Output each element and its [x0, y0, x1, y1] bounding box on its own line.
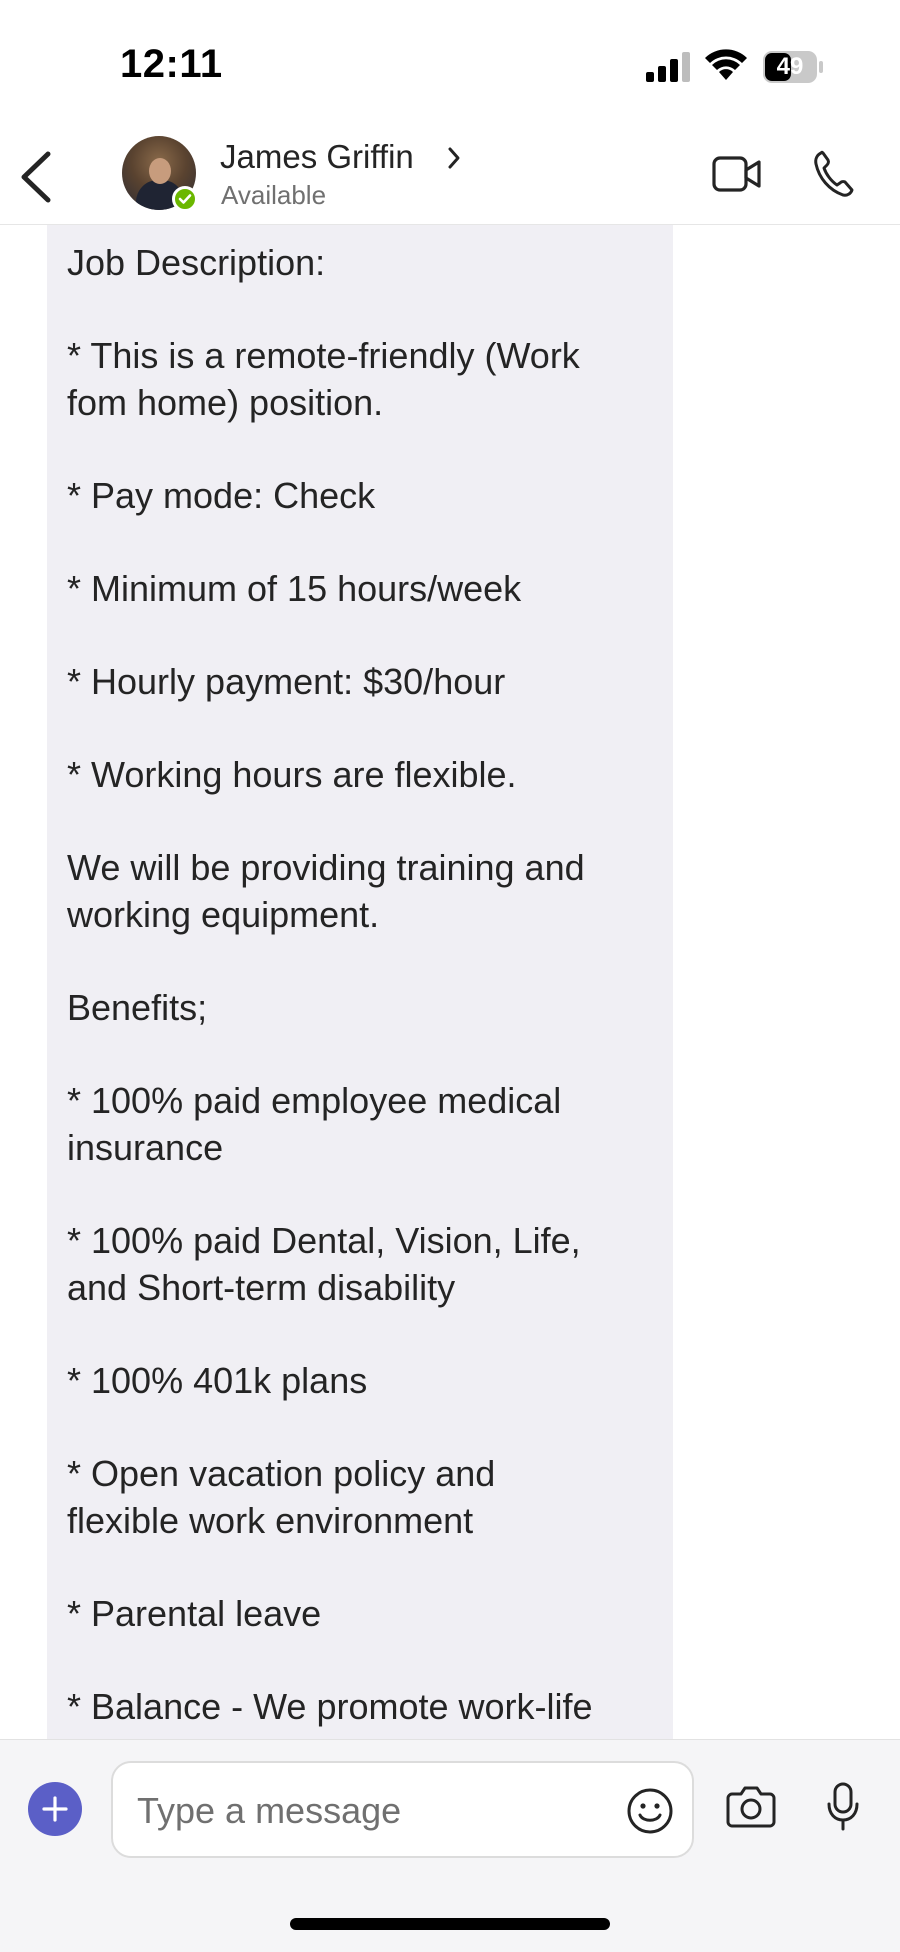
- message-list[interactable]: Job Description: * This is a remote-frie…: [0, 225, 900, 1739]
- emoji-button[interactable]: [626, 1787, 674, 1835]
- contact-status: Available: [221, 180, 327, 210]
- message-line: * Open vacation policy and: [67, 1453, 496, 1494]
- camera-button[interactable]: [726, 1784, 776, 1828]
- message-line: We will be providing training and: [67, 847, 585, 888]
- message-line: * Parental leave: [67, 1593, 322, 1634]
- audio-call-button[interactable]: [812, 150, 854, 198]
- presence-available-icon: [172, 186, 198, 212]
- message-line: * Balance - We promote work-life: [67, 1686, 593, 1727]
- message-line: * Pay mode: Check: [67, 475, 376, 516]
- microphone-button[interactable]: [826, 1782, 860, 1832]
- message-line: * 100% 401k plans: [67, 1360, 368, 1401]
- chat-header: James Griffin Available: [0, 130, 900, 225]
- chevron-left-icon: [21, 151, 51, 203]
- message-line: * This is a remote-friendly (Work: [67, 335, 580, 376]
- message-line: and work-laugh balance: [67, 1730, 653, 1739]
- chevron-right-icon[interactable]: [446, 146, 462, 170]
- message-line: * 100% paid employee medical: [67, 1080, 562, 1121]
- message-line: insurance: [67, 1127, 224, 1168]
- plus-icon: [42, 1796, 68, 1822]
- message-input-box[interactable]: [111, 1761, 694, 1858]
- message-line: Job Description:: [67, 242, 326, 283]
- home-indicator[interactable]: [290, 1918, 610, 1930]
- back-button[interactable]: [14, 150, 60, 204]
- message-line: flexible work environment: [67, 1500, 474, 1541]
- message-bubble[interactable]: Job Description: * This is a remote-frie…: [47, 225, 673, 1739]
- status-time: 12:11: [120, 42, 223, 86]
- add-attachment-button[interactable]: [28, 1782, 82, 1836]
- message-line: * Minimum of 15 hours/week: [67, 568, 522, 609]
- message-line: * Working hours are flexible.: [67, 754, 517, 795]
- battery-level: 49: [776, 53, 804, 80]
- wifi-icon: [705, 49, 747, 80]
- message-line: Benefits;: [67, 987, 208, 1028]
- avatar-face: [149, 158, 171, 184]
- message-line: and Short-term disability: [67, 1267, 456, 1308]
- message-line: working equipment.: [67, 894, 380, 935]
- message-line: fom home) position.: [67, 382, 384, 423]
- video-call-button[interactable]: [712, 154, 762, 194]
- cellular-signal-icon: [646, 52, 690, 82]
- message-line: * 100% paid Dental, Vision, Life,: [67, 1220, 581, 1261]
- message-line: * Hourly payment: $30/hour: [67, 661, 506, 702]
- contact-name[interactable]: James Griffin: [220, 138, 414, 176]
- battery-indicator: 49: [762, 50, 824, 84]
- status-bar: 12:11 49: [0, 0, 900, 130]
- message-input[interactable]: [135, 1781, 599, 1841]
